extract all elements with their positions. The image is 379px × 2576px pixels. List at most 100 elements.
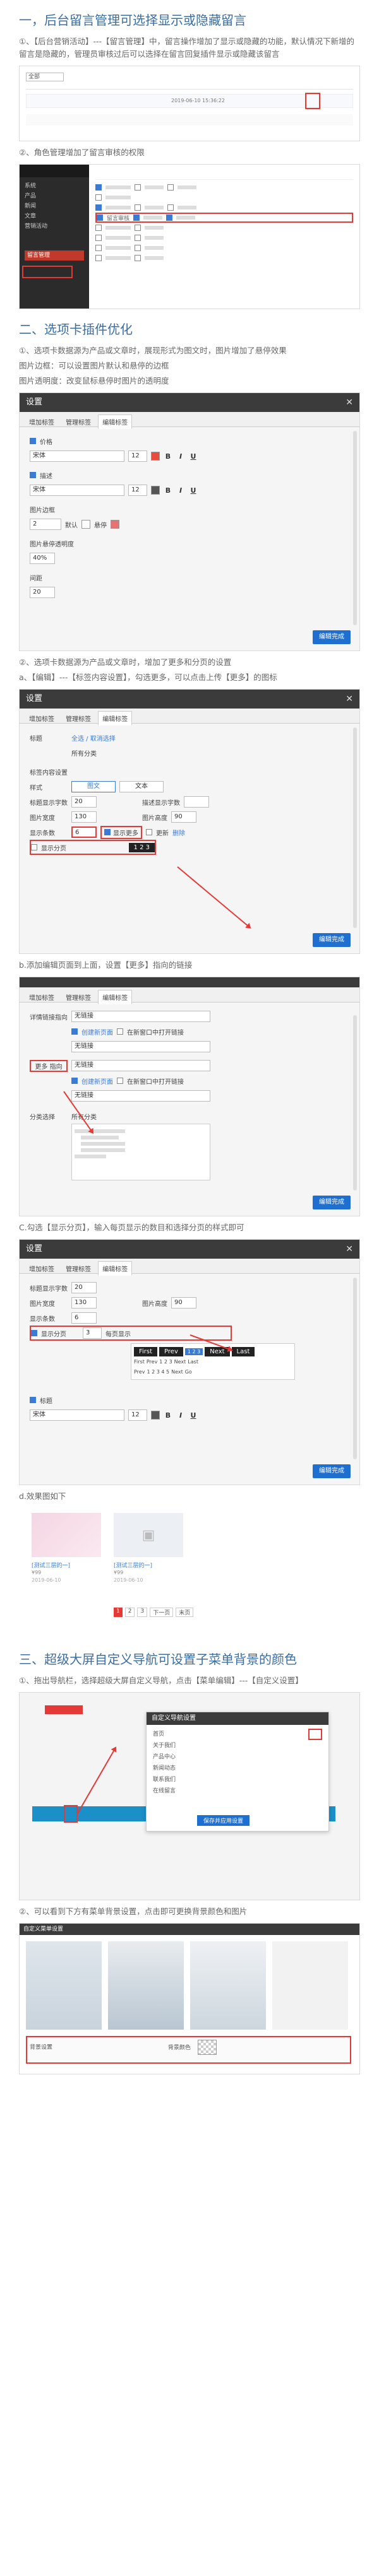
img-width-input[interactable]: 130 — [71, 811, 97, 823]
save-button[interactable]: 编辑完成 — [313, 630, 351, 644]
sidebar-item[interactable]: 营销活动 — [25, 221, 84, 232]
open-new-label: 在新窗口中打开链接 — [127, 1029, 184, 1037]
close-icon[interactable]: ✕ — [346, 393, 353, 412]
count-label: 显示条数 — [30, 1315, 55, 1323]
font-select[interactable]: 宋体 — [30, 485, 124, 496]
demo-item-title[interactable]: [测试三层的一] — [114, 1561, 152, 1569]
nav-item[interactable]: 新闻动态 — [153, 1763, 322, 1774]
img-height-input[interactable]: 90 — [171, 1297, 196, 1309]
more-checkbox[interactable] — [104, 829, 111, 835]
style-option-text[interactable]: 文本 — [119, 781, 164, 792]
admin-sidebar: 系统 产品 新闻 文章 营销活动 留言管理 — [20, 165, 89, 309]
label-checkbox[interactable] — [30, 1397, 36, 1403]
font-select[interactable]: 宋体 — [30, 450, 124, 462]
bg-color-swatch[interactable] — [197, 2040, 217, 2055]
spacing-input[interactable]: 20 — [30, 587, 55, 598]
scrollbar[interactable] — [353, 431, 357, 625]
paragraph: ①、【后台营销活动】---【留言管理】中，留言操作增加了显示或隐藏的功能，默认情… — [19, 37, 354, 59]
paragraph: 图片透明度：改变鼠标悬停时图片的透明度 — [19, 376, 169, 385]
paragraph: d.效果图如下 — [19, 1491, 66, 1501]
sidebar-item[interactable]: 系统 — [25, 181, 84, 191]
tab-bar: 增加标签 管理标签 编辑标签 — [20, 1259, 359, 1276]
detail-link-select[interactable]: 无链接 — [71, 1011, 210, 1022]
opacity-input[interactable]: 40% — [30, 553, 55, 564]
dialog-body: 标题显示字数 20 图片宽度 130 图片高度 90 显示条数 6 显示分页 3 每页显示 F… — [20, 1274, 359, 1429]
per-page-input[interactable]: 3 — [83, 1327, 102, 1339]
hover-color-swatch[interactable] — [111, 520, 119, 529]
nav-editor-screenshot: 自定义导航设置 首页 关于我们 产品中心 新闻动态 联系我们 在线留言 保存并应… — [19, 1692, 360, 1900]
select-all-link[interactable]: 全选 / 取消选择 — [71, 733, 116, 743]
paragraph: ②、角色管理增加了留言审核的权限 — [19, 148, 145, 157]
paging-checkbox[interactable] — [31, 844, 37, 850]
style-option-image-text[interactable]: 图文 — [71, 781, 116, 792]
link-select[interactable]: 无链接 — [71, 1090, 210, 1102]
link-select[interactable]: 无链接 — [71, 1041, 210, 1052]
nav-item[interactable]: 首页 — [153, 1729, 322, 1740]
update-checkbox[interactable] — [146, 829, 152, 835]
paging-checkbox[interactable] — [31, 1330, 37, 1336]
size-select[interactable]: 12 — [128, 1409, 147, 1421]
reset-link[interactable]: 删除 — [172, 828, 185, 837]
close-icon[interactable]: ✕ — [346, 1240, 353, 1259]
title-len-input[interactable]: 20 — [71, 796, 97, 808]
nav-item[interactable]: 产品中心 — [153, 1751, 322, 1763]
sidebar-item-active[interactable]: 留言管理 — [25, 250, 84, 261]
save-apply-button[interactable]: 保存并应用设置 — [197, 1815, 250, 1826]
price-label: 价格 — [40, 438, 52, 446]
save-button[interactable]: 编辑完成 — [313, 1464, 351, 1478]
color-swatch[interactable] — [151, 452, 160, 461]
settings-dialog-more: 设置 ✕ 增加标签 管理标签 编辑标签 标题 全选 / 取消选择 所有分类 标签内容… — [19, 689, 360, 954]
scrollbar[interactable] — [353, 727, 357, 928]
border-input[interactable]: 2 — [30, 519, 61, 530]
color-swatch[interactable] — [151, 486, 160, 495]
sidebar-item[interactable]: 产品 — [25, 191, 84, 201]
close-icon[interactable]: ✕ — [346, 690, 353, 709]
dialog-header: 设置 ✕ — [20, 393, 359, 412]
table-row — [26, 114, 353, 126]
size-select[interactable]: 12 — [128, 485, 147, 496]
page-number[interactable]: 1 — [114, 1608, 123, 1617]
dialog-title: 自定义导航设置 — [147, 1712, 328, 1725]
nav-item[interactable]: 在线留言 — [153, 1785, 322, 1797]
img-width-input[interactable]: 130 — [71, 1297, 97, 1309]
nav-item[interactable]: 关于我们 — [153, 1740, 322, 1751]
title-len-input[interactable]: 20 — [71, 1282, 97, 1293]
filter-select[interactable]: 全部 — [26, 73, 64, 81]
img-height-label: 图片高度 — [142, 1300, 167, 1308]
font-select[interactable]: 宋体 — [30, 1409, 124, 1421]
sidebar-item[interactable]: 新闻 — [25, 201, 84, 211]
create-page-link[interactable]: 创建新页面 — [81, 1076, 113, 1086]
desc-len-input[interactable] — [184, 796, 209, 808]
paging-style-list[interactable]: First Prev 1 2 3 Next Last First Prev 1 2 3 Nex… — [131, 1343, 295, 1380]
count-input[interactable]: 6 — [71, 826, 97, 838]
label-label: 标题 — [30, 735, 42, 743]
paragraph: ②、选项卡数据源为产品或文章时，增加了更多和分页的设置 — [19, 657, 232, 667]
paging-style-preview[interactable]: 1 2 3 — [128, 842, 155, 852]
next-page-button[interactable]: 下一页 — [150, 1608, 174, 1617]
sidebar-item[interactable]: 文章 — [25, 211, 84, 221]
save-button[interactable]: 编辑完成 — [313, 933, 351, 947]
nav-item[interactable]: 联系我们 — [153, 1774, 322, 1785]
scrollbar[interactable] — [353, 1015, 357, 1191]
more-link-select[interactable]: 无链接 — [71, 1060, 210, 1071]
dialog-body: 标题 全选 / 取消选择 所有分类 标签内容设置 样式 图文 文本 标题显示字数 20 描… — [20, 724, 359, 861]
page-number[interactable]: 2 — [124, 1608, 135, 1617]
save-button[interactable]: 编辑完成 — [313, 1196, 351, 1209]
last-page-button[interactable]: 末页 — [176, 1608, 194, 1617]
color-swatch[interactable] — [151, 1411, 160, 1420]
default-color-swatch[interactable] — [81, 520, 90, 529]
page-number[interactable]: 3 — [137, 1608, 148, 1617]
count-input[interactable]: 6 — [71, 1312, 97, 1324]
paging-style-option[interactable]: First — [134, 1346, 158, 1356]
price-checkbox[interactable] — [30, 438, 36, 444]
demo-item-title[interactable]: [测试三层的一] — [32, 1561, 70, 1569]
toolbar-button[interactable] — [45, 1705, 83, 1714]
scrollbar[interactable] — [353, 1278, 357, 1459]
img-height-input[interactable]: 90 — [171, 811, 196, 823]
desc-checkbox[interactable] — [30, 472, 36, 478]
hover-label: 悬停 — [94, 522, 107, 529]
section-title: 一，后台留言管理可选择显示或隐藏留言 — [19, 13, 246, 28]
create-page-link[interactable]: 创建新页面 — [81, 1027, 113, 1037]
size-select[interactable]: 12 — [128, 450, 147, 462]
border-label: 图片边框 — [30, 507, 55, 514]
